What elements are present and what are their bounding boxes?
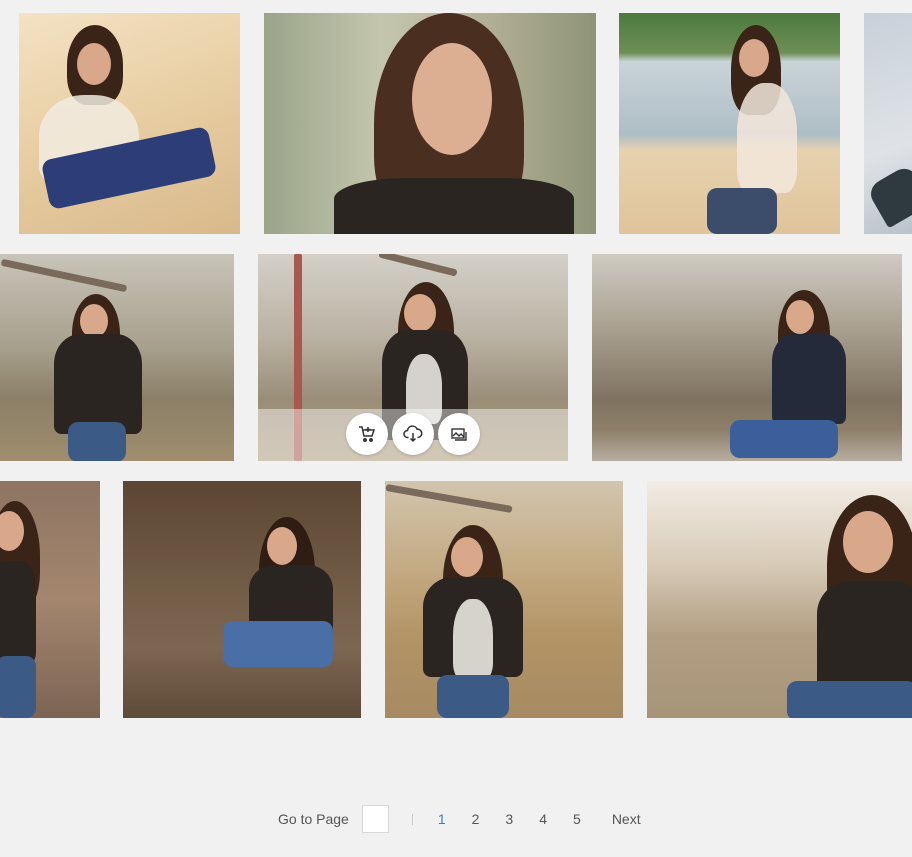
- photo-subject-jacket: [334, 178, 574, 234]
- similar-images-icon: [451, 428, 467, 441]
- photo-subject-face: [786, 300, 814, 334]
- photo-subject-sweater: [737, 83, 797, 193]
- photo-subject-jacket: [0, 561, 36, 661]
- search-results-page: Go to Page 1 2 3 4 5 Next: [0, 0, 912, 857]
- photo-subject-face: [404, 294, 436, 332]
- page-link-3[interactable]: 3: [505, 811, 513, 827]
- page-link-5[interactable]: 5: [573, 811, 581, 827]
- next-page-link[interactable]: Next: [612, 811, 641, 827]
- photo-subject-face: [77, 43, 111, 85]
- photo-thumbnail[interactable]: [385, 481, 623, 718]
- photo-subject-jacket: [54, 334, 142, 434]
- photo-subject-jeans: [437, 675, 509, 718]
- photo-subject-face: [412, 43, 492, 155]
- photo-thumbnail[interactable]: [264, 13, 596, 234]
- pagination: Go to Page 1 2 3 4 5 Next: [278, 803, 641, 835]
- page-link-2[interactable]: 2: [472, 811, 480, 827]
- photo-thumbnail[interactable]: [0, 481, 100, 718]
- add-to-cart-button[interactable]: [346, 413, 388, 455]
- photo-subject-shirt: [453, 599, 493, 679]
- photo-subject-face: [451, 537, 483, 577]
- photo-subject-jeans: [730, 420, 838, 458]
- download-button[interactable]: [392, 413, 434, 455]
- photo-subject-jeans: [787, 681, 912, 718]
- pagination-divider: [411, 813, 413, 825]
- photo-thumbnail[interactable]: [619, 13, 840, 234]
- photo-thumbnail[interactable]: [0, 254, 234, 461]
- photo-thumbnail[interactable]: [592, 254, 902, 461]
- go-to-page-input[interactable]: [361, 805, 389, 833]
- photo-subject-jeans: [0, 656, 36, 718]
- photo-thumbnail[interactable]: [123, 481, 361, 718]
- go-to-page-label: Go to Page: [278, 811, 349, 827]
- photo-thumbnail[interactable]: [647, 481, 912, 718]
- photo-subject-jeans: [223, 621, 333, 667]
- photo-subject-jeans: [707, 188, 777, 234]
- photo-subject-face: [843, 511, 893, 573]
- photo-subject-face: [267, 527, 297, 565]
- photo-subject-jeans: [68, 422, 126, 461]
- photo-thumbnail[interactable]: [258, 254, 568, 461]
- photo-subject-face: [80, 304, 108, 338]
- page-link-1[interactable]: 1: [438, 811, 446, 827]
- photo-subject-face: [739, 39, 769, 77]
- photo-thumbnail[interactable]: [19, 13, 240, 234]
- page-link-4[interactable]: 4: [539, 811, 547, 827]
- photo-thumbnail[interactable]: [864, 13, 912, 234]
- cloud-download-icon: [403, 425, 423, 443]
- photo-subject-jacket: [817, 581, 912, 691]
- photo-subject-jacket: [772, 334, 846, 424]
- similar-images-button[interactable]: [438, 413, 480, 455]
- cart-plus-icon: [359, 426, 376, 442]
